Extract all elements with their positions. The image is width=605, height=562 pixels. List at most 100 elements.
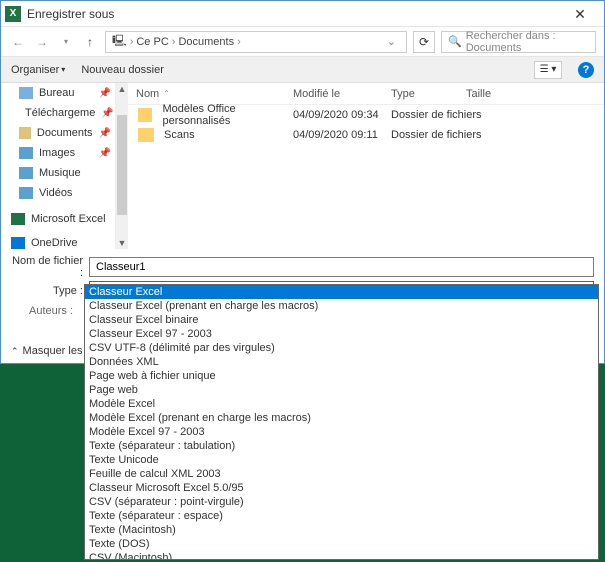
pin-icon: 📌 bbox=[99, 88, 111, 99]
new-folder-button[interactable]: Nouveau dossier bbox=[81, 64, 164, 76]
type-option[interactable]: Page web à fichier unique bbox=[85, 369, 598, 383]
type-option[interactable]: Classeur Excel binaire bbox=[85, 313, 598, 327]
musique-icon bbox=[19, 167, 33, 179]
back-button[interactable]: ← bbox=[9, 33, 27, 51]
scroll-down-icon[interactable]: ▼ bbox=[118, 237, 127, 249]
type-dropdown-list[interactable]: Classeur ExcelClasseur Excel (prenant en… bbox=[84, 284, 599, 560]
sidebar-item-label: Documents bbox=[37, 127, 93, 139]
chevron-right-icon: › bbox=[237, 36, 241, 48]
breadcrumb-part[interactable]: Ce PC bbox=[136, 36, 168, 48]
refresh-button[interactable]: ⟳ bbox=[413, 31, 435, 53]
search-placeholder: Rechercher dans : Documents bbox=[466, 30, 589, 54]
pin-icon: 📌 bbox=[101, 108, 113, 119]
organise-button[interactable]: Organiser▾ bbox=[11, 64, 65, 76]
forward-button[interactable]: → bbox=[33, 33, 51, 51]
sidebar-scrollbar[interactable]: ▲ ▼ bbox=[116, 83, 128, 249]
chevron-right-icon: › bbox=[130, 36, 134, 48]
file-modified: 04/09/2020 09:11 bbox=[293, 129, 391, 141]
column-headers: Nom⌃ Modifié le Type Taille bbox=[128, 83, 604, 105]
videos-icon bbox=[19, 187, 33, 199]
filename-label: Nom de fichier : bbox=[11, 255, 83, 279]
type-label: Type : bbox=[11, 285, 83, 297]
pin-icon: 📌 bbox=[99, 128, 111, 139]
type-option[interactable]: Classeur Excel bbox=[85, 285, 598, 299]
chevron-up-icon: ⌃ bbox=[11, 346, 19, 357]
up-button[interactable]: ↑ bbox=[81, 33, 99, 51]
type-option[interactable]: Données XML bbox=[85, 355, 598, 369]
pc-icon: 🖳 bbox=[112, 32, 127, 51]
type-option[interactable]: Texte (séparateur : espace) bbox=[85, 509, 598, 523]
type-option[interactable]: Modèle Excel 97 - 2003 bbox=[85, 425, 598, 439]
pin-icon: 📌 bbox=[99, 148, 111, 159]
images-icon bbox=[19, 147, 33, 159]
sort-asc-icon: ⌃ bbox=[163, 89, 170, 98]
search-icon: 🔍 bbox=[448, 35, 462, 48]
sidebar-item[interactable]: Images 📌 bbox=[1, 143, 115, 163]
sidebar-item-label: OneDrive bbox=[31, 237, 77, 249]
breadcrumb[interactable]: 🖳 › Ce PC › Documents › ⌄ bbox=[105, 31, 407, 53]
type-option[interactable]: Classeur Excel (prenant en charge les ma… bbox=[85, 299, 598, 313]
search-input[interactable]: 🔍 Rechercher dans : Documents bbox=[441, 31, 596, 53]
col-name[interactable]: Nom⌃ bbox=[128, 88, 293, 100]
file-name: Modèles Office personnalisés bbox=[162, 103, 293, 127]
sidebar-item[interactable]: Microsoft Excel bbox=[1, 209, 115, 229]
sidebar-item[interactable]: OneDrive bbox=[1, 233, 115, 249]
bureau-icon bbox=[19, 87, 33, 99]
titlebar: X Enregistrer sous ✕ bbox=[1, 1, 604, 27]
col-type[interactable]: Type bbox=[391, 88, 466, 100]
file-name: Scans bbox=[164, 129, 195, 141]
type-option[interactable]: Texte (Macintosh) bbox=[85, 523, 598, 537]
type-option[interactable]: CSV (Macintosh) bbox=[85, 551, 598, 560]
close-button[interactable]: ✕ bbox=[560, 2, 600, 26]
table-row[interactable]: Scans 04/09/2020 09:11Dossier de fichiers bbox=[128, 125, 604, 145]
sidebar-item-label: Vidéos bbox=[39, 187, 72, 199]
sidebar-item[interactable]: Documents 📌 bbox=[1, 123, 115, 143]
sidebar-item-label: Bureau bbox=[39, 87, 74, 99]
scroll-thumb[interactable] bbox=[117, 115, 127, 215]
authors-label: Auteurs : bbox=[29, 305, 73, 317]
type-option[interactable]: Page web bbox=[85, 383, 598, 397]
col-modified[interactable]: Modifié le bbox=[293, 88, 391, 100]
type-option[interactable]: CSV (séparateur : point-virgule) bbox=[85, 495, 598, 509]
onedrive-icon bbox=[11, 237, 25, 249]
folder-icon bbox=[138, 108, 152, 122]
folder-icon bbox=[138, 128, 154, 142]
file-list: Nom⌃ Modifié le Type Taille Modèles Offi… bbox=[128, 83, 604, 249]
type-option[interactable]: Modèle Excel bbox=[85, 397, 598, 411]
breadcrumb-part[interactable]: Documents bbox=[178, 36, 234, 48]
scroll-up-icon[interactable]: ▲ bbox=[118, 83, 127, 95]
col-size[interactable]: Taille bbox=[466, 88, 526, 100]
sidebar-item[interactable]: Téléchargeme📌 bbox=[1, 103, 115, 123]
help-icon[interactable]: ? bbox=[578, 62, 594, 78]
toolbar: Organiser▾ Nouveau dossier ☰ ▾ ? bbox=[1, 57, 604, 83]
table-row[interactable]: Modèles Office personnalisés04/09/2020 0… bbox=[128, 105, 604, 125]
type-option[interactable]: Classeur Microsoft Excel 5.0/95 bbox=[85, 481, 598, 495]
sidebar: Bureau📌Téléchargeme📌Documents📌Images📌Mus… bbox=[1, 83, 116, 249]
window-title: Enregistrer sous bbox=[27, 7, 560, 21]
excel-icon bbox=[11, 213, 25, 225]
sidebar-item[interactable]: Musique bbox=[1, 163, 115, 183]
file-type: Dossier de fichiers bbox=[391, 129, 521, 141]
file-type: Dossier de fichiers bbox=[391, 109, 521, 121]
excel-icon: X bbox=[5, 6, 21, 22]
documents-icon bbox=[19, 127, 31, 139]
view-button[interactable]: ☰ ▾ bbox=[534, 61, 562, 79]
sidebar-item-label: Microsoft Excel bbox=[31, 213, 106, 225]
type-option[interactable]: Modèle Excel (prenant en charge les macr… bbox=[85, 411, 598, 425]
type-option[interactable]: Texte Unicode bbox=[85, 453, 598, 467]
navbar: ← → ▾ ↑ 🖳 › Ce PC › Documents › ⌄ ⟳ 🔍 Re… bbox=[1, 27, 604, 57]
type-option[interactable]: Texte (DOS) bbox=[85, 537, 598, 551]
sidebar-item-label: Images bbox=[39, 147, 75, 159]
sidebar-item[interactable]: Bureau 📌 bbox=[1, 83, 115, 103]
type-option[interactable]: CSV UTF-8 (délimité par des virgules) bbox=[85, 341, 598, 355]
sidebar-item[interactable]: Vidéos bbox=[1, 183, 115, 203]
recent-dropdown[interactable]: ▾ bbox=[57, 33, 75, 51]
chevron-right-icon: › bbox=[172, 36, 176, 48]
type-option[interactable]: Classeur Excel 97 - 2003 bbox=[85, 327, 598, 341]
breadcrumb-dropdown[interactable]: ⌄ bbox=[387, 35, 400, 48]
type-option[interactable]: Feuille de calcul XML 2003 bbox=[85, 467, 598, 481]
file-modified: 04/09/2020 09:34 bbox=[293, 109, 391, 121]
sidebar-item-label: Musique bbox=[39, 167, 81, 179]
type-option[interactable]: Texte (séparateur : tabulation) bbox=[85, 439, 598, 453]
filename-input[interactable] bbox=[89, 257, 594, 277]
